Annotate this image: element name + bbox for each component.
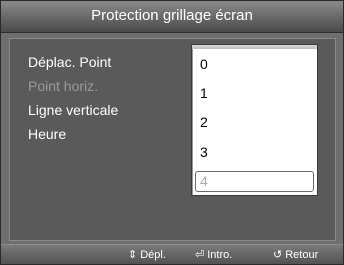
dropdown-option-2[interactable]: 2 (200, 114, 208, 130)
updown-arrows-icon: ⇕ (128, 249, 138, 261)
hint-enter-label: Intro. (207, 249, 233, 261)
footer-hints: ⇕ Dépl. ⏎ Intro. ↺ Retour (1, 244, 343, 264)
menu-item-horizontal-point: Point horiz. (28, 78, 99, 94)
menu-item-move-point[interactable]: Déplac. Point (28, 54, 111, 70)
hint-return: ↺ Retour (273, 248, 318, 261)
dropdown-option-0[interactable]: 0 (200, 56, 208, 72)
hint-move: ⇕ Dépl. (128, 248, 166, 261)
hint-return-label: Retour (285, 249, 319, 261)
enter-icon: ⏎ (195, 249, 205, 261)
menu-item-time[interactable]: Heure (28, 126, 66, 142)
hint-move-label: Dépl. (140, 249, 166, 261)
dropdown-header (192, 45, 317, 49)
osd-window: Protection grillage écran Déplac. Point … (0, 0, 344, 265)
dropdown-option-4[interactable]: 4 (200, 173, 208, 189)
window-title: Protection grillage écran (1, 1, 343, 33)
menu-item-vertical-line[interactable]: Ligne verticale (28, 102, 118, 118)
value-dropdown[interactable]: 0 1 2 3 4 (191, 44, 318, 196)
dropdown-focus-highlight[interactable] (195, 171, 314, 192)
dropdown-option-3[interactable]: 3 (200, 144, 208, 160)
return-icon: ↺ (273, 249, 283, 261)
dropdown-option-1[interactable]: 1 (200, 85, 208, 101)
hint-enter: ⏎ Intro. (195, 248, 232, 261)
